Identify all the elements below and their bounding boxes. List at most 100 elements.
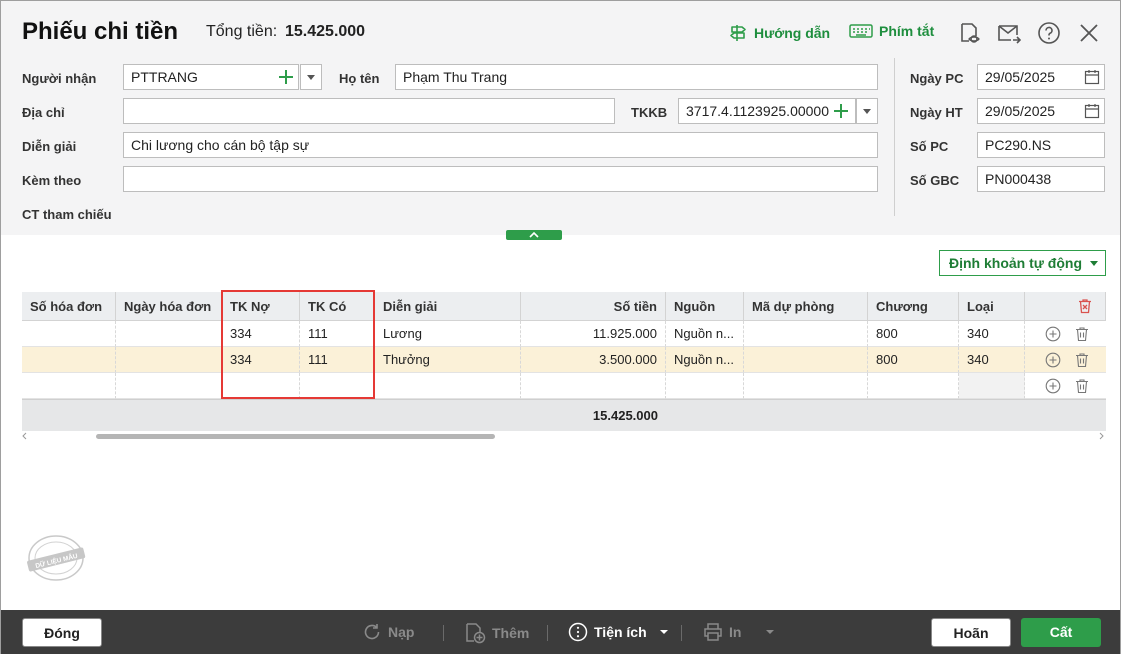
send-mail-icon[interactable] bbox=[997, 21, 1021, 45]
voucher-date-label: Ngày PC bbox=[910, 71, 964, 86]
delete-row-icon[interactable] bbox=[1074, 378, 1090, 394]
shortcut-link[interactable]: Phím tắt bbox=[849, 23, 934, 39]
toolbar-divider bbox=[443, 625, 444, 641]
cell-chapter[interactable]: 800 bbox=[868, 347, 959, 373]
column-header-actions bbox=[1025, 292, 1106, 321]
posting-date-label: Ngày HT bbox=[910, 105, 963, 120]
add-bank-account-icon[interactable] bbox=[834, 104, 848, 118]
scrollbar-thumb[interactable] bbox=[96, 434, 495, 439]
cell-amount[interactable] bbox=[521, 373, 666, 399]
shortcut-label: Phím tắt bbox=[879, 23, 935, 39]
save-button[interactable]: Cất bbox=[1021, 618, 1101, 647]
recipient-label: Người nhận bbox=[22, 71, 97, 86]
auto-posting-label: Định khoản tự động bbox=[949, 255, 1083, 271]
add-row-icon[interactable] bbox=[1045, 352, 1061, 368]
preview-icon[interactable] bbox=[957, 21, 981, 45]
cell-type[interactable]: 340 bbox=[959, 321, 1025, 347]
cell-type[interactable] bbox=[959, 373, 1025, 399]
cell-invoice-no[interactable] bbox=[22, 321, 116, 347]
calendar-icon[interactable] bbox=[1084, 103, 1100, 119]
cell-invoice-date[interactable] bbox=[116, 373, 222, 399]
print-button[interactable]: In bbox=[703, 622, 777, 642]
cell-amount[interactable]: 11.925.000 bbox=[521, 321, 666, 347]
recipient-value: PTTRANG bbox=[131, 69, 198, 85]
scroll-right-icon[interactable] bbox=[1098, 432, 1104, 440]
utility-menu-button[interactable]: Tiện ích bbox=[568, 622, 671, 642]
cell-row-actions bbox=[1025, 347, 1106, 373]
cell-description[interactable]: Thưởng bbox=[375, 347, 521, 373]
column-header-invoice-date[interactable]: Ngày hóa đơn bbox=[116, 292, 222, 321]
calendar-icon[interactable] bbox=[1084, 69, 1100, 85]
cell-reserve-code[interactable] bbox=[744, 347, 868, 373]
cell-type[interactable]: 340 bbox=[959, 347, 1025, 373]
add-button[interactable]: Thêm bbox=[464, 622, 529, 644]
posting-date-value: 29/05/2025 bbox=[985, 103, 1056, 119]
auto-posting-dropdown[interactable]: Định khoản tự động bbox=[939, 250, 1106, 276]
bank-account-input[interactable]: 3717.4.1123925.00000 bbox=[678, 98, 856, 124]
form-divider bbox=[894, 58, 895, 216]
gbc-number-label: Số GBC bbox=[910, 173, 960, 188]
delete-all-icon[interactable] bbox=[1077, 298, 1093, 314]
cell-reserve-code[interactable] bbox=[744, 373, 868, 399]
signpost-icon bbox=[730, 25, 746, 41]
attached-input[interactable] bbox=[123, 166, 878, 192]
cell-chapter[interactable] bbox=[868, 373, 959, 399]
reload-button[interactable]: Nạp bbox=[362, 622, 414, 642]
column-header-source[interactable]: Nguồn bbox=[666, 292, 744, 321]
cell-reserve-code[interactable] bbox=[744, 321, 868, 347]
column-header-reserve-code[interactable]: Mã dự phòng bbox=[744, 292, 868, 321]
cell-source[interactable]: Nguồn n... bbox=[666, 321, 744, 347]
cell-invoice-date[interactable] bbox=[116, 321, 222, 347]
chevron-down-icon bbox=[766, 630, 775, 634]
collapse-header-button[interactable] bbox=[506, 230, 562, 240]
gbc-number-input[interactable]: PN000438 bbox=[977, 166, 1105, 192]
sample-data-stamp: DỮ LIỆU MẪU bbox=[27, 535, 86, 581]
payment-voucher-dialog: Phiếu chi tiền Tổng tiền: 15.425.000 Hướ… bbox=[0, 0, 1121, 654]
close-icon[interactable] bbox=[1077, 21, 1101, 45]
bank-account-dropdown-button[interactable] bbox=[856, 98, 878, 124]
scroll-left-icon[interactable] bbox=[22, 432, 28, 440]
column-header-invoice-no[interactable]: Số hóa đơn bbox=[22, 292, 116, 321]
column-header-amount[interactable]: Số tiền bbox=[521, 292, 666, 321]
cell-chapter[interactable]: 800 bbox=[868, 321, 959, 347]
table-total-row: 15.425.000 bbox=[22, 399, 1106, 431]
chevron-down-icon bbox=[659, 630, 668, 634]
help-icon[interactable] bbox=[1037, 21, 1061, 45]
description-label: Diễn giải bbox=[22, 139, 77, 154]
address-input[interactable] bbox=[123, 98, 615, 124]
column-header-description[interactable]: Diễn giải bbox=[375, 292, 521, 321]
cell-description[interactable]: Lương bbox=[375, 321, 521, 347]
add-row-icon[interactable] bbox=[1045, 378, 1061, 394]
add-recipient-icon[interactable] bbox=[279, 70, 293, 84]
reference-voucher-label[interactable]: CT tham chiếu bbox=[22, 207, 112, 222]
fullname-input[interactable]: Phạm Thu Trang bbox=[395, 64, 878, 90]
chevron-up-icon bbox=[529, 231, 539, 238]
add-label: Thêm bbox=[492, 625, 530, 641]
table-total-amount: 15.425.000 bbox=[592, 408, 658, 423]
cell-source[interactable]: Nguồn n... bbox=[666, 347, 744, 373]
fullname-label: Họ tên bbox=[339, 71, 380, 86]
cell-invoice-date[interactable] bbox=[116, 347, 222, 373]
cell-invoice-no[interactable] bbox=[22, 373, 116, 399]
total-amount-value: 15.425.000 bbox=[285, 23, 366, 40]
voucher-number-value: PC290.NS bbox=[985, 137, 1052, 153]
cell-amount[interactable]: 3.500.000 bbox=[521, 347, 666, 373]
keyboard-icon bbox=[849, 24, 873, 38]
cell-invoice-no[interactable] bbox=[22, 347, 116, 373]
delete-row-icon[interactable] bbox=[1074, 326, 1090, 342]
recipient-input[interactable]: PTTRANG bbox=[123, 64, 299, 90]
cell-description[interactable] bbox=[375, 373, 521, 399]
column-header-type[interactable]: Loại bbox=[959, 292, 1025, 321]
guide-link[interactable]: Hướng dẫn bbox=[728, 23, 830, 43]
column-header-chapter[interactable]: Chương bbox=[868, 292, 959, 321]
close-button[interactable]: Đóng bbox=[22, 618, 102, 647]
description-input[interactable]: Chi lương cho cán bộ tập sự bbox=[123, 132, 878, 158]
voucher-number-input[interactable]: PC290.NS bbox=[977, 132, 1105, 158]
recipient-dropdown-button[interactable] bbox=[300, 64, 322, 90]
cell-row-actions bbox=[1025, 373, 1106, 399]
utility-label: Tiện ích bbox=[594, 624, 647, 640]
add-row-icon[interactable] bbox=[1045, 326, 1061, 342]
cell-source[interactable] bbox=[666, 373, 744, 399]
cancel-button[interactable]: Hoãn bbox=[931, 618, 1011, 647]
delete-row-icon[interactable] bbox=[1074, 352, 1090, 368]
